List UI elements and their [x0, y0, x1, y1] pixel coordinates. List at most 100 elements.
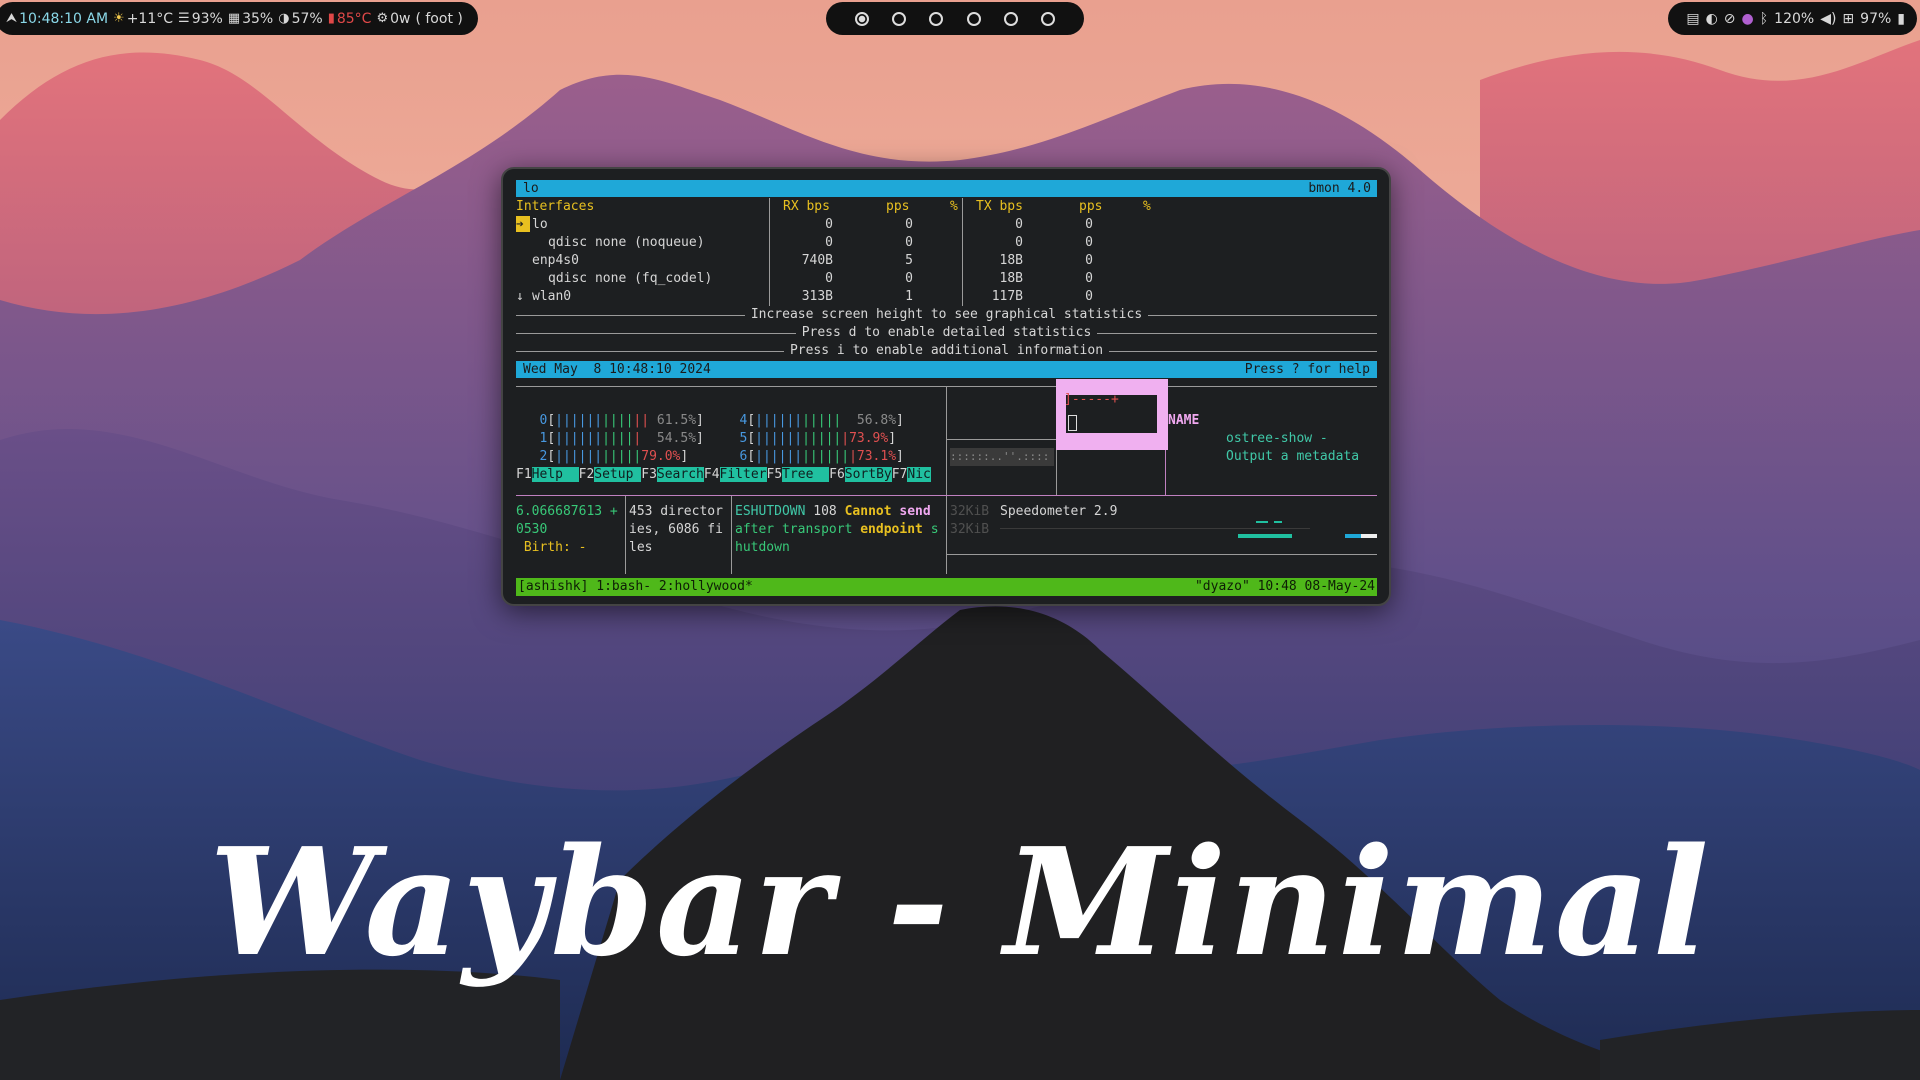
tx-bps: 0 [1015, 235, 1023, 250]
arch-icon[interactable]: ⮝ [6, 11, 17, 26]
tx-bps: 18B [999, 253, 1023, 268]
htop-fkeys: F1Help F2Setup F3SearchF4FilterF5Tree F6… [516, 467, 931, 482]
eye-off-icon[interactable]: ⊘ [1724, 11, 1736, 27]
rx-bps: 0 [825, 271, 833, 286]
cpu-meter-0: 0[|||||||||||| 61.5%] [539, 413, 704, 428]
disk-usage[interactable]: 93% [192, 11, 223, 27]
workspace-5[interactable] [1003, 11, 1018, 26]
tx-pps: 0 [1085, 271, 1093, 286]
tx-bps: 0 [1015, 217, 1023, 232]
tmux-sessions[interactable]: [ashishk] 1:bash- 2:hollywood* [518, 578, 753, 596]
nice-key[interactable]: Nic [907, 467, 931, 482]
col-tx-pct: % [1143, 199, 1151, 214]
workspaces [826, 2, 1084, 35]
name-header: NAME [1168, 413, 1200, 428]
tx-bps: 117B [991, 289, 1023, 304]
speedometer-title: Speedometer 2.9 [1000, 504, 1118, 519]
highlight-box: ]-----+ [1056, 379, 1168, 450]
power-draw[interactable]: 0w [390, 11, 410, 27]
temperature[interactable]: 85°C [337, 11, 372, 27]
battery-icon: ▮ [1897, 10, 1905, 27]
weather[interactable]: +11°C [127, 11, 173, 27]
dir-line-2: ies, 6086 fi [629, 522, 723, 537]
pane-border [625, 496, 626, 574]
rx-bps: 0 [825, 217, 833, 232]
graph-bar [1238, 534, 1292, 538]
stat-line-2: 0530 [516, 522, 548, 537]
database-icon: ☰ [178, 11, 190, 26]
cpu-icon: ◑ [278, 11, 290, 26]
cpu-meter-5: 5[||||||||||||73.9%] [739, 431, 897, 446]
clipboard-icon[interactable]: ▤ [1686, 11, 1699, 27]
rx-pps: 1 [905, 289, 913, 304]
stat-line-1: 6.066687613 + [516, 504, 618, 519]
iface-name[interactable]: qdisc none (fq_codel) [548, 270, 712, 288]
clock[interactable]: 10:48:10 AM [19, 11, 108, 27]
droplet-icon[interactable]: ● [1742, 11, 1754, 27]
tx-pps: 0 [1085, 235, 1093, 250]
msg-graphical: Increase screen height to see graphical … [744, 307, 1149, 322]
setup-key[interactable]: Setup [594, 467, 642, 482]
iface-name[interactable]: lo [532, 216, 548, 234]
contrast-icon[interactable]: ◐ [1706, 11, 1718, 27]
battery[interactable]: 97% [1860, 11, 1891, 27]
bmon-version: bmon 4.0 [1308, 181, 1371, 196]
dir-line-3: les [629, 540, 653, 555]
help-key[interactable]: Help [531, 467, 579, 482]
terminal-window[interactable]: lo bmon 4.0 Interfaces RX bps pps % TX b… [501, 167, 1391, 606]
bmon-status-bar: Wed May 8 10:48:10 2024 Press ? for help [516, 361, 1377, 378]
rx-pps: 5 [905, 253, 913, 268]
pane-border [946, 439, 1056, 440]
highlight-box-inner: ]-----+ [1064, 392, 1157, 433]
thermometer-icon: ▮ [327, 11, 335, 26]
network-icon[interactable]: ⊞ [1842, 11, 1854, 27]
workspace-3[interactable] [929, 11, 944, 26]
page-title: Waybar - Minimal [209, 815, 1711, 989]
filter-key[interactable]: Filter [719, 467, 767, 482]
pane-border [516, 495, 1377, 496]
bmon-help-hint: Press ? for help [1244, 362, 1370, 377]
tx-bps: 18B [999, 271, 1023, 286]
log-line-1: ESHUTDOWN 108 Cannot send [735, 504, 931, 519]
workspace-6[interactable] [1040, 11, 1055, 26]
bmon-datetime: Wed May 8 10:48:10 2024 [523, 362, 711, 377]
rx-bps: 0 [825, 235, 833, 250]
iface-name[interactable]: enp4s0 [532, 252, 579, 270]
col-rx-bps: RX bps [783, 199, 830, 214]
workspace-1[interactable] [855, 11, 870, 26]
log-line-2: after transport endpoint s [735, 522, 939, 537]
search-key[interactable]: Search [656, 467, 704, 482]
text-cursor [1068, 415, 1077, 431]
rx-bps: 313B [801, 289, 833, 304]
cpu-usage[interactable]: 57% [292, 11, 323, 27]
workspace-4[interactable] [966, 11, 981, 26]
pane-border [731, 496, 732, 574]
sortby-key[interactable]: SortBy [844, 467, 892, 482]
tmux-host-time: "dyazo" 10:48 08-May-24 [1194, 579, 1375, 594]
bluetooth-icon[interactable]: ᛒ [1760, 11, 1768, 27]
tree-key[interactable]: Tree [782, 467, 830, 482]
cpu-meter-4: 4[||||||||||| 56.8%] [739, 413, 904, 428]
msg-line: Press d to enable detailed statistics [516, 324, 1377, 342]
rx-pps: 0 [905, 235, 913, 250]
iface-name[interactable]: qdisc none (noqueue) [548, 234, 705, 252]
workspace-2[interactable] [892, 11, 907, 26]
rx-bps: 740B [801, 253, 833, 268]
tmux-status-bar: [ashishk] 1:bash- 2:hollywood* "dyazo" 1… [516, 578, 1377, 596]
volume[interactable]: 120% [1774, 11, 1814, 27]
cpu-meter-6: 6[|||||||||||||73.1%] [739, 449, 904, 464]
iface-name[interactable]: wlan0 [532, 288, 571, 306]
msg-detailed: Press d to enable detailed statistics [795, 325, 1098, 340]
rx-pps: 0 [905, 271, 913, 286]
graph-baseline [1000, 528, 1310, 529]
speaker-icon[interactable]: ◀) [1820, 11, 1836, 27]
waybar-left: ⮝ 10:48:10 AM ☀ +11°C ☰ 93% ▦ 35% ◑ 57% ▮ 85°… [0, 2, 478, 35]
graph-tick [1256, 521, 1268, 523]
window-title[interactable]: ( foot ) [415, 11, 462, 27]
graph-tick [1274, 521, 1282, 523]
memory-usage[interactable]: 35% [242, 11, 273, 27]
msg-line: Press i to enable additional information [516, 342, 1377, 360]
tx-pps: 0 [1085, 217, 1093, 232]
sun-icon: ☀ [113, 11, 125, 26]
man-line-1: ostree-show - [1226, 431, 1328, 446]
